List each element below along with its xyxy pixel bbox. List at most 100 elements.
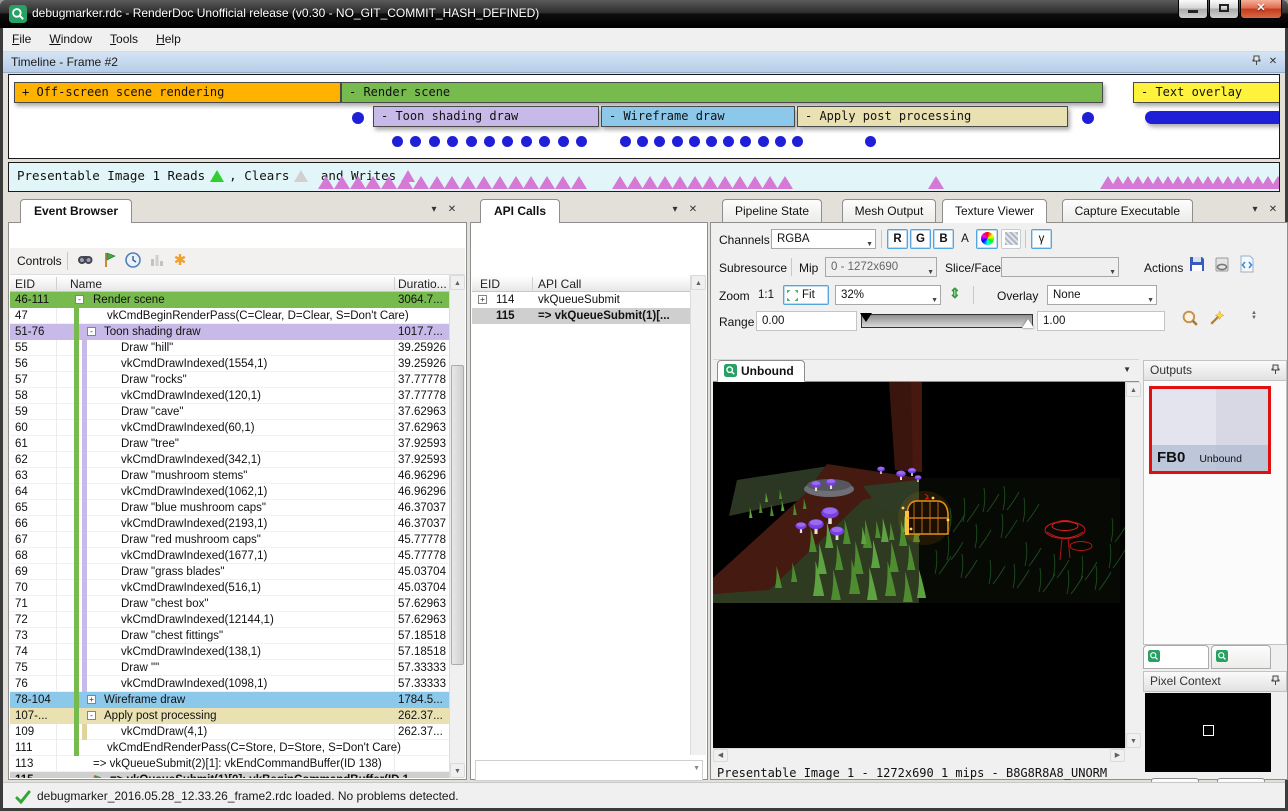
event-dot-cluster[interactable]: [1145, 111, 1280, 124]
event-row-66[interactable]: 66vkCmdDrawIndexed(2193,1)46.37037: [10, 516, 449, 532]
green-channel-button[interactable]: G: [910, 229, 931, 249]
fb0-thumbnail[interactable]: FB0Unbound: [1149, 386, 1271, 474]
event-row-62[interactable]: 62vkCmdDrawIndexed(342,1)37.92593: [10, 452, 449, 468]
close-icon[interactable]: ✕: [686, 203, 700, 217]
checker-background-button[interactable]: [1001, 229, 1021, 249]
draw-event-dot[interactable]: [392, 136, 403, 147]
expander-icon[interactable]: +: [87, 695, 96, 704]
event-row-69[interactable]: 69Draw "grass blades"45.03704: [10, 564, 449, 580]
red-channel-button[interactable]: R: [887, 229, 908, 249]
gamma-button[interactable]: γ: [1031, 229, 1052, 249]
draw-event-dot[interactable]: [466, 136, 477, 147]
pin-icon[interactable]: [1268, 364, 1282, 378]
menu-window[interactable]: Window: [40, 28, 101, 50]
callstack-list[interactable]: ▼: [475, 760, 703, 781]
event-row-65[interactable]: 65Draw "blue mushroom caps"46.37037: [10, 500, 449, 516]
event-browser-scrollbar[interactable]: ▲ ▼: [449, 275, 465, 778]
menu-tools[interactable]: Tools: [101, 28, 147, 50]
menu-file[interactable]: File: [3, 28, 40, 50]
texture-list-dropdown-icon[interactable]: ▼: [1123, 365, 1131, 374]
event-row-73[interactable]: 73Draw "chest fittings"57.18518: [10, 628, 449, 644]
range-white-handle[interactable]: [1022, 319, 1034, 328]
tab-pipeline-state[interactable]: Pipeline State: [722, 199, 822, 222]
draw-event-dot[interactable]: [576, 136, 587, 147]
event-row-60[interactable]: 60vkCmdDrawIndexed(60,1)37.62963: [10, 420, 449, 436]
event-row-47[interactable]: 47vkCmdBeginRenderPass(C=Clear, D=Clear,…: [10, 308, 449, 324]
zoom-1to1-button[interactable]: 1:1: [753, 285, 779, 305]
overlay-select[interactable]: None▼: [1047, 285, 1157, 305]
event-browser-tree[interactable]: 46-111-Render scene3064.7...47vkCmdBegin…: [10, 292, 449, 778]
tab-mesh-output[interactable]: Mesh Output: [842, 199, 937, 222]
event-row-74[interactable]: 74vkCmdDrawIndexed(138,1)57.18518: [10, 644, 449, 660]
tab-unbound-texture[interactable]: Unbound: [717, 360, 805, 382]
draw-event-dot[interactable]: [620, 136, 631, 147]
draw-event-dot[interactable]: [484, 136, 495, 147]
expander-icon[interactable]: -: [87, 711, 96, 720]
event-row-111[interactable]: 111vkCmdEndRenderPass(C=Store, D=Store, …: [10, 740, 449, 756]
api-calls-list[interactable]: +114vkQueueSubmit115=> vkQueueSubmit(1)[…: [472, 292, 690, 332]
panel-menu-icon[interactable]: ▾: [427, 203, 441, 217]
expander-icon[interactable]: -: [75, 295, 84, 304]
event-row-70[interactable]: 70vkCmdDrawIndexed(516,1)45.03704: [10, 580, 449, 596]
event-row-58[interactable]: 58vkCmdDrawIndexed(120,1)37.77778: [10, 388, 449, 404]
pin-icon[interactable]: [1249, 55, 1263, 69]
zoom-level-input[interactable]: 32%▼: [835, 285, 941, 305]
minimize-button[interactable]: [1178, 0, 1208, 19]
bookmark-icon[interactable]: ✱: [170, 251, 190, 271]
timeline-marker[interactable]: - Text overlay: [1133, 82, 1280, 103]
api-calls-column-header[interactable]: EID API Call: [472, 275, 706, 292]
tab-capture-executable[interactable]: Capture Executable: [1062, 199, 1193, 222]
event-row-61[interactable]: 61Draw "tree"37.92593: [10, 436, 449, 452]
draw-event-dot[interactable]: [447, 136, 458, 147]
api-calls-scrollbar[interactable]: ▲: [690, 275, 706, 755]
alpha-channel-button[interactable]: A: [956, 229, 974, 249]
event-row-5176[interactable]: 51-76-Toon shading draw1017.7...: [10, 324, 449, 340]
tab-inputs[interactable]: Inputs: [1211, 645, 1271, 669]
event-row-109[interactable]: 109vkCmdDraw(4,1)262.37...: [10, 724, 449, 740]
close-button[interactable]: ✕: [1240, 0, 1282, 19]
time-draws-icon[interactable]: [124, 251, 144, 271]
close-icon[interactable]: ✕: [1266, 55, 1280, 69]
event-row-68[interactable]: 68vkCmdDrawIndexed(1677,1)45.77778: [10, 548, 449, 564]
flip-y-icon[interactable]: ⇕: [949, 285, 961, 302]
panel-menu-icon[interactable]: ▾: [1248, 203, 1262, 217]
expander-icon[interactable]: +: [478, 295, 487, 304]
event-row-71[interactable]: 71Draw "chest box"57.62963: [10, 596, 449, 612]
event-row-72[interactable]: 72vkCmdDrawIndexed(12144,1)57.62963: [10, 612, 449, 628]
zoom-fit-button[interactable]: Fit: [783, 285, 829, 305]
draw-event-dot[interactable]: [706, 136, 717, 147]
draw-event-dot[interactable]: [672, 136, 683, 147]
tab-texture-viewer[interactable]: Texture Viewer: [942, 199, 1047, 223]
maximize-button[interactable]: [1209, 0, 1239, 19]
timeline-marker[interactable]: + Off-screen scene rendering: [14, 82, 341, 103]
close-icon[interactable]: ✕: [1266, 203, 1280, 217]
event-row-75[interactable]: 75Draw ""57.33333: [10, 660, 449, 676]
draw-event-dot[interactable]: [723, 136, 734, 147]
draw-event-dot[interactable]: [689, 136, 700, 147]
event-row-76[interactable]: 76vkCmdDrawIndexed(1098,1)57.33333: [10, 676, 449, 692]
colorwheel-button[interactable]: [976, 229, 998, 249]
panel-menu-icon[interactable]: ▾: [668, 203, 682, 217]
range-slider[interactable]: [861, 314, 1033, 328]
draw-event-dot[interactable]: [775, 136, 786, 147]
timeline-marker[interactable]: - Render scene: [341, 82, 1103, 103]
draw-event-dot[interactable]: [865, 136, 876, 147]
goto-event-icon[interactable]: [100, 251, 120, 271]
draw-event-dot[interactable]: [637, 136, 648, 147]
timeline-marker[interactable]: - Toon shading draw: [373, 106, 599, 127]
event-row-67[interactable]: 67Draw "red mushroom caps"45.77778: [10, 532, 449, 548]
event-row-63[interactable]: 63Draw "mushroom stems"46.96296: [10, 468, 449, 484]
draw-event-dot[interactable]: [758, 136, 769, 147]
draw-event-dot[interactable]: [654, 136, 665, 147]
draw-event-dot[interactable]: [502, 136, 513, 147]
mip-select[interactable]: 0 - 1272x690▼: [825, 257, 937, 277]
event-dot[interactable]: [352, 112, 364, 124]
draw-event-dot[interactable]: [429, 136, 440, 147]
menu-help[interactable]: Help: [147, 28, 190, 50]
range-max-input[interactable]: 1.00: [1037, 311, 1165, 331]
draw-event-dot[interactable]: [740, 136, 751, 147]
timeline-marker[interactable]: - Apply post processing: [797, 106, 1068, 127]
find-event-icon[interactable]: [76, 251, 96, 271]
draw-event-dot[interactable]: [558, 136, 569, 147]
open-texture-list-icon[interactable]: [1238, 255, 1258, 275]
